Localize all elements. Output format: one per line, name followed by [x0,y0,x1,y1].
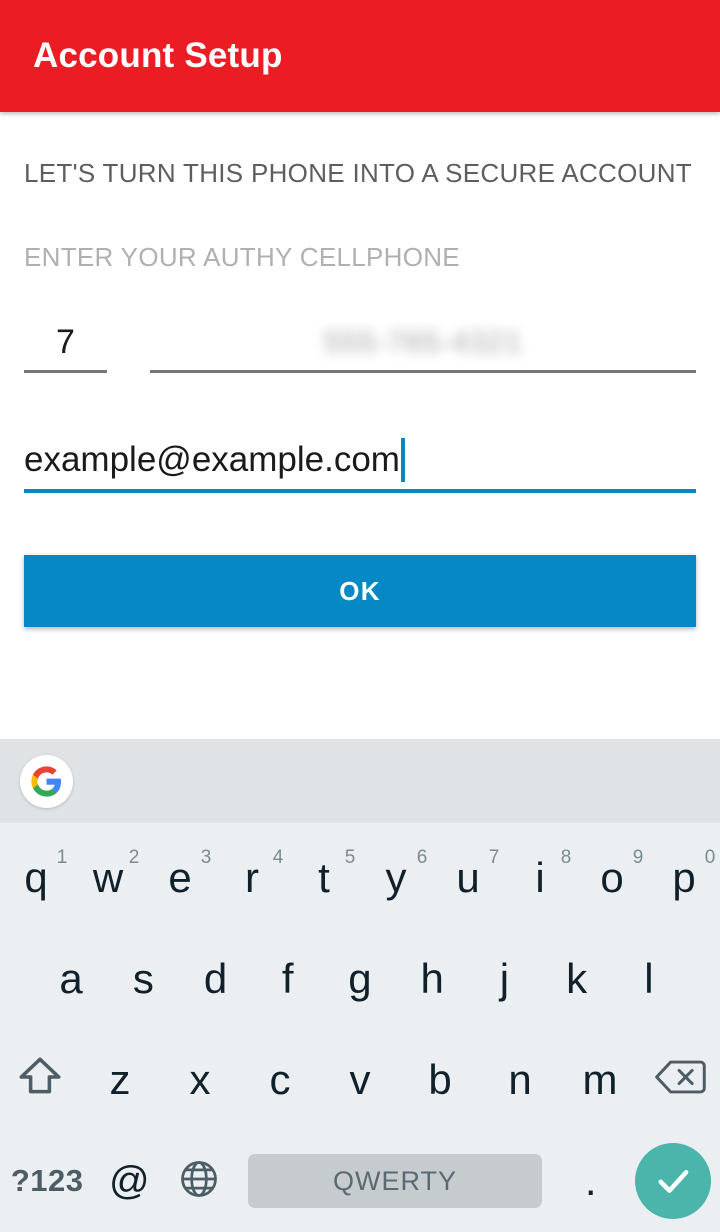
language-key[interactable] [164,1131,234,1232]
key-u[interactable]: u7 [432,827,504,928]
key-e[interactable]: e3 [144,827,216,928]
text-caret [400,438,405,482]
key-a[interactable]: a [35,928,107,1029]
subhead-text: ENTER YOUR AUTHY CELLPHONE [24,242,460,272]
key-s[interactable]: s [107,928,179,1029]
key-r[interactable]: r4 [216,827,288,928]
key-b[interactable]: b [400,1029,480,1130]
email-value: example@example.com [24,440,400,479]
key-g[interactable]: g [324,928,396,1029]
key-y[interactable]: y6 [360,827,432,928]
symbols-key[interactable]: ?123 [0,1131,94,1232]
shift-icon [15,1052,65,1107]
at-key[interactable]: @ [94,1131,164,1232]
on-screen-keyboard: q1 w2 e3 r4 t5 y6 u7 i8 o9 p0 a s d f g … [0,739,720,1232]
country-code-input[interactable]: 7 [24,315,107,373]
phone-input-row: 7 555-765-4321 [24,311,696,373]
period-key[interactable]: . [556,1157,626,1205]
keyboard-row-2: a s d f g h j k l [0,928,720,1029]
key-o[interactable]: o9 [576,827,648,928]
key-w[interactable]: w2 [72,827,144,928]
spacebar-key[interactable]: QWERTY [248,1154,542,1208]
keyboard-rows: q1 w2 e3 r4 t5 y6 u7 i8 o9 p0 a s d f g … [0,823,720,1232]
country-code-value: 7 [56,323,75,361]
keyboard-row-1: q1 w2 e3 r4 t5 y6 u7 i8 o9 p0 [0,827,720,928]
google-g-logo-icon[interactable] [20,754,73,808]
headline-text: LET'S TURN THIS PHONE INTO A SECURE ACCO… [24,158,692,188]
enter-key[interactable] [626,1143,720,1219]
key-j[interactable]: j [468,928,540,1029]
key-i[interactable]: i8 [504,827,576,928]
globe-icon [177,1157,221,1206]
key-m[interactable]: m [560,1029,640,1130]
key-v[interactable]: v [320,1029,400,1130]
shift-key[interactable] [0,1029,80,1130]
keyboard-row-3: z x c v b n m [0,1029,720,1130]
keyboard-row-4: ?123 @ QWERTY . [0,1130,720,1232]
ok-button[interactable]: OK [24,555,696,627]
key-t[interactable]: t5 [288,827,360,928]
key-q[interactable]: q1 [0,827,72,928]
checkmark-icon [634,1143,711,1219]
page-title: Account Setup [33,36,283,75]
key-l[interactable]: l [613,928,685,1029]
key-p[interactable]: p0 [648,827,720,928]
key-f[interactable]: f [252,928,324,1029]
key-d[interactable]: d [179,928,251,1029]
phone-number-input[interactable]: 555-765-4321 [150,315,696,373]
email-input[interactable]: example@example.com [24,431,696,493]
suggestion-strip [0,739,720,823]
key-c[interactable]: c [240,1029,320,1130]
phone-number-value: 555-765-4321 [323,325,523,359]
key-n[interactable]: n [480,1029,560,1130]
backspace-key[interactable] [640,1029,720,1130]
key-h[interactable]: h [396,928,468,1029]
setup-form: LET'S TURN THIS PHONE INTO A SECURE ACCO… [0,112,720,732]
key-k[interactable]: k [541,928,613,1029]
backspace-icon [652,1055,708,1104]
app-bar: Account Setup [0,0,720,112]
key-z[interactable]: z [80,1029,160,1130]
key-x[interactable]: x [160,1029,240,1130]
